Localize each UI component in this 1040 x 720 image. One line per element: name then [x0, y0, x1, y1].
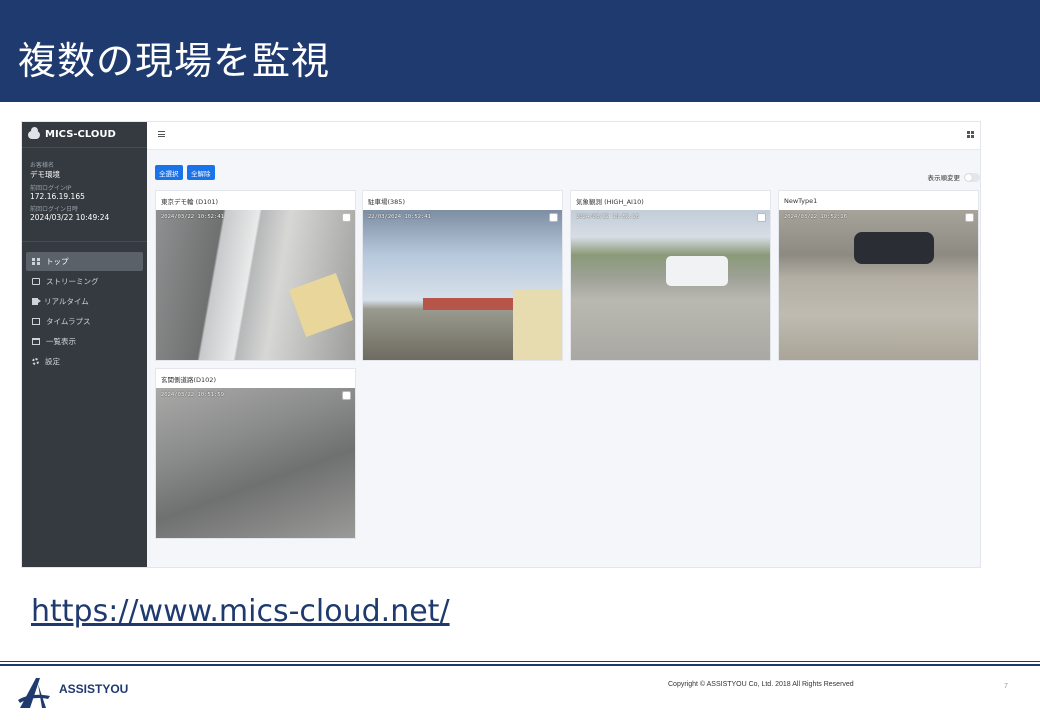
window-icon: [32, 338, 40, 345]
camera-snapshot[interactable]: 2024/03/22 10:52:41: [156, 210, 355, 360]
sort-order-label: 表示順変更: [927, 174, 961, 182]
company-name: ASSISTYOU: [59, 682, 129, 696]
sidebar: MICS-CLOUD お客様名 デモ環境 前回ログインIP 172.16.19.…: [22, 122, 147, 567]
camera-timestamp: 2024/03/22 10:51:59: [161, 392, 224, 398]
video-icon: [32, 298, 41, 305]
page-number: 7: [1004, 683, 1008, 690]
last-login-value: 2024/03/22 10:49:24: [30, 213, 110, 222]
last-ip-label: 前回ログインIP: [30, 185, 72, 192]
assistyou-logo-icon: [18, 678, 50, 708]
camera-name: 玄関側道路(D102): [161, 375, 216, 384]
camera-timestamp: 2024/03/22 10:52:16: [784, 214, 847, 220]
camera-name: 駐車場(385): [368, 197, 405, 206]
grid-icon: [32, 258, 40, 265]
camera-name: 気象観測 (HIGH_AI10): [576, 197, 644, 206]
main-content: 全選択 全解除 表示順変更 東京デモ輪 (D101) 2024/03/22 10…: [147, 122, 980, 567]
sidebar-item-streaming[interactable]: ストリーミング: [26, 272, 143, 291]
camera-select-checkbox[interactable]: [549, 213, 558, 222]
footer-divider: [0, 664, 1040, 666]
copyright-text: Copyright © ASSISTYOU Co, Ltd. 2018 All …: [668, 681, 854, 688]
scene-detail: [423, 298, 513, 310]
sidebar-item-label: リアルタイム: [44, 297, 89, 306]
sidebar-item-label: 設定: [45, 357, 60, 366]
title-banner: 複数の現場を監視: [0, 0, 1040, 102]
camera-name: 東京デモ輪 (D101): [161, 197, 219, 206]
sidebar-item-label: タイムラプス: [46, 317, 91, 326]
brand-name: MICS-CLOUD: [45, 129, 116, 140]
customer-label: お客様名: [30, 162, 55, 169]
toggle-switch[interactable]: [964, 172, 980, 182]
grid-view-icon[interactable]: [967, 131, 974, 138]
brand[interactable]: MICS-CLOUD: [22, 122, 147, 148]
sidebar-item-realtime[interactable]: リアルタイム: [26, 292, 143, 311]
scene-detail: [854, 232, 934, 264]
camera-card[interactable]: 東京デモ輪 (D101) 2024/03/22 10:52:41: [155, 190, 356, 361]
website-link[interactable]: https://www.mics-cloud.net/: [31, 594, 450, 629]
camera-snapshot[interactable]: 2024/03/22 10:52:16: [571, 210, 770, 360]
app-screenshot: MICS-CLOUD お客様名 デモ環境 前回ログインIP 172.16.19.…: [21, 121, 981, 568]
sidebar-item-timelapse[interactable]: タイムラプス: [26, 312, 143, 331]
top-bar: [147, 122, 980, 150]
select-all-button[interactable]: 全選択: [155, 165, 183, 180]
scene-detail: [288, 272, 354, 338]
camera-snapshot[interactable]: 2024/03/22 10:51:59: [156, 388, 355, 538]
gear-icon: [32, 358, 39, 365]
last-login-label: 前回ログイン日時: [30, 206, 79, 213]
customer-value: デモ環境: [30, 170, 60, 179]
sidebar-item-settings[interactable]: 設定: [26, 352, 143, 371]
sidebar-item-label: ストリーミング: [46, 277, 99, 286]
slide: 複数の現場を監視 MICS-CLOUD お客様名 デモ環境 前回ログインIP 1…: [0, 0, 1040, 720]
sidebar-item-list-view[interactable]: 一覧表示: [26, 332, 143, 351]
footer-divider: [0, 661, 1040, 662]
sidebar-item-label: 一覧表示: [46, 337, 76, 346]
camera-card[interactable]: 気象観測 (HIGH_AI10) 2024/03/22 10:52:16: [570, 190, 771, 361]
camera-card[interactable]: 玄関側道路(D102) 2024/03/22 10:51:59: [155, 368, 356, 539]
camera-timestamp: 22/03/2024 10:52:41: [368, 214, 431, 220]
monitor-icon: [32, 278, 40, 285]
camera-timestamp: 2024/03/22 10:52:41: [161, 214, 224, 220]
cloud-icon: [28, 126, 40, 139]
scene-detail: [513, 290, 562, 360]
camera-snapshot[interactable]: 2024/03/22 10:52:16: [779, 210, 978, 360]
camera-select-checkbox[interactable]: [342, 213, 351, 222]
account-info: お客様名 デモ環境 前回ログインIP 172.16.19.165 前回ログイン日…: [22, 148, 147, 242]
scene-detail: [666, 256, 728, 286]
film-icon: [32, 318, 40, 325]
slide-title: 複数の現場を監視: [18, 39, 331, 83]
camera-card[interactable]: NewType1 2024/03/22 10:52:16: [778, 190, 979, 361]
camera-snapshot[interactable]: 22/03/2024 10:52:41: [363, 210, 562, 360]
sidebar-item-top[interactable]: トップ: [26, 252, 143, 271]
camera-timestamp: 2024/03/22 10:52:16: [576, 214, 639, 220]
sidebar-item-label: トップ: [46, 257, 69, 266]
camera-card[interactable]: 駐車場(385) 22/03/2024 10:52:41: [362, 190, 563, 361]
camera-select-checkbox[interactable]: [757, 213, 766, 222]
camera-select-checkbox[interactable]: [965, 213, 974, 222]
clear-all-button[interactable]: 全解除: [187, 165, 215, 180]
camera-name: NewType1: [784, 196, 818, 205]
sidebar-nav: トップ ストリーミング リアルタイム タイムラプス 一覧表示 設定: [22, 242, 147, 371]
last-ip-value: 172.16.19.165: [30, 192, 85, 201]
sort-order-toggle[interactable]: 表示順変更: [927, 172, 980, 182]
hamburger-menu-icon[interactable]: [158, 131, 165, 137]
camera-select-checkbox[interactable]: [342, 391, 351, 400]
